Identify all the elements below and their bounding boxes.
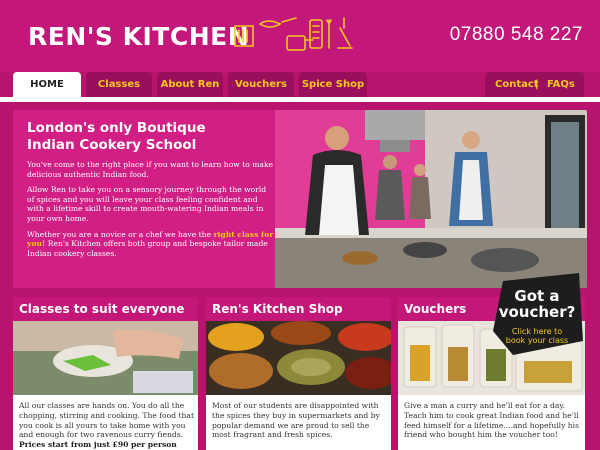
utility-nav: Contact | FAQs: [485, 72, 584, 98]
voucher-badge[interactable]: Got a voucher? Click here to book your c…: [489, 271, 585, 357]
badge-sub-line1: Click here to: [511, 327, 563, 336]
badge-subtitle[interactable]: Click here to book your class: [489, 327, 585, 345]
tab-about-ren[interactable]: About Ren: [157, 72, 223, 98]
panel-classes-text: All our classes are hands on. You do all…: [19, 401, 194, 450]
nav-separator: |: [535, 79, 539, 90]
hero-text: London's only Boutique Indian Cookery Sc…: [27, 120, 275, 264]
kitchen-tools-icon: [234, 17, 353, 51]
panel-shop-text: Most of our students are disappointed wi…: [212, 401, 380, 440]
hero-p3-end: Ren's Kitchen offers both group and besp…: [27, 239, 268, 258]
hero-title-line2: Indian Cookery School: [27, 137, 197, 153]
panel-classes-price: Prices start from just £90 per person: [19, 440, 177, 450]
hero-paragraph-2: Allow Ren to take you on a sensory journ…: [27, 185, 267, 223]
phone-number[interactable]: 07880 548 227: [450, 24, 583, 46]
faqs-link[interactable]: FAQs: [547, 72, 575, 98]
tab-classes[interactable]: Classes: [86, 72, 152, 98]
classes-photo: [13, 321, 198, 395]
tab-vouchers[interactable]: Vouchers: [228, 72, 294, 98]
site-logo[interactable]: REN'S KITCHEN: [28, 22, 249, 51]
panel-classes[interactable]: Classes to suit everyone All our classes…: [13, 297, 198, 450]
main-nav: HOME Classes About Ren Vouchers Spice Sh…: [0, 72, 600, 98]
hero-kitchen-photo: [275, 110, 587, 288]
badge-sub-line2: book your class: [505, 336, 569, 345]
nav-underline: [0, 97, 600, 102]
badge-title-line2: voucher?: [498, 303, 576, 321]
hero-paragraph-3: Whether you are a novice or a chef we ha…: [27, 230, 275, 259]
badge-title-line1: Got a: [514, 287, 560, 305]
site-header: REN'S KITCHEN 07880 548 227: [0, 0, 600, 72]
panel-shop-title[interactable]: Ren's Kitchen Shop: [206, 297, 391, 321]
hero-p3-start: Whether you are a novice or a chef we ha…: [27, 229, 212, 239]
tab-home[interactable]: HOME: [13, 72, 81, 98]
spices-photo: [206, 321, 391, 395]
hero-title: London's only Boutique Indian Cookery Sc…: [27, 120, 275, 154]
panel-classes-title[interactable]: Classes to suit everyone: [13, 297, 198, 321]
contact-link[interactable]: Contact: [495, 72, 539, 98]
tab-spice-shop[interactable]: Spice Shop: [299, 72, 367, 98]
badge-title: Got a voucher?: [489, 288, 585, 320]
panel-vouchers-text: Give a man a curry and he'll eat for a d…: [404, 401, 579, 440]
panel-classes-description: All our classes are hands on. You do all…: [19, 401, 194, 440]
hero-paragraph-1: You've come to the right place if you wa…: [27, 160, 274, 179]
hero-banner: London's only Boutique Indian Cookery Sc…: [13, 110, 587, 288]
hero-title-line1: London's only Boutique: [27, 120, 206, 136]
panel-shop[interactable]: Ren's Kitchen Shop Most of our students …: [206, 297, 391, 450]
